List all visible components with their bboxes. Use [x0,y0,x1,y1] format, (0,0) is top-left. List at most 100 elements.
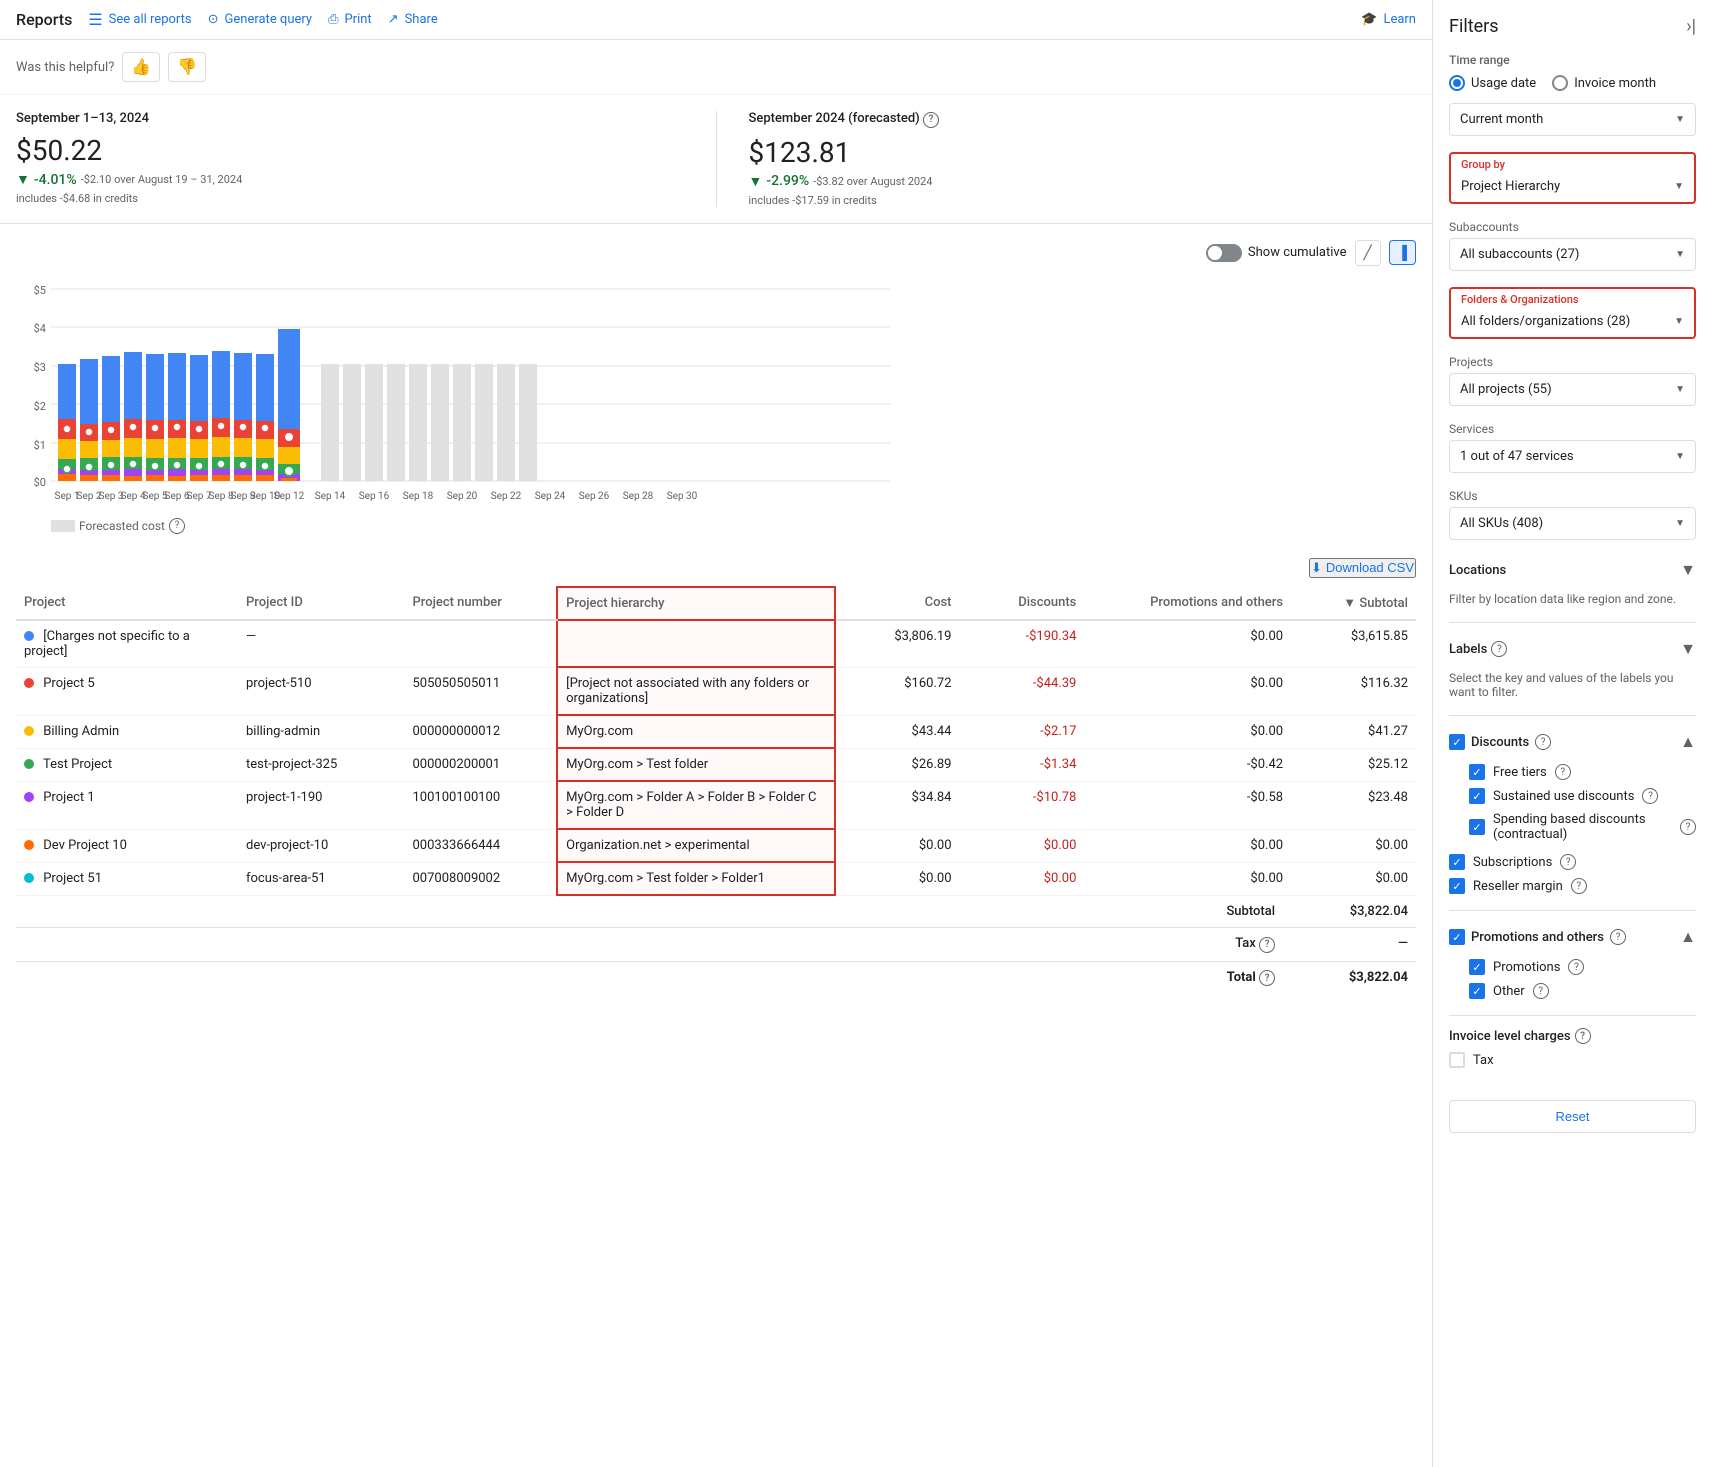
summary-change-forecasted: ▼ -2.99% -$3.82 over August 2024 [749,173,1417,190]
projects-dropdown[interactable]: All projects (55) ▼ [1449,373,1696,406]
subscriptions-info-icon[interactable]: ? [1560,854,1576,870]
total-info-icon[interactable]: ? [1259,970,1275,986]
spending-based-checkbox[interactable] [1469,819,1485,835]
cell-cost: $0.00 [835,829,960,862]
summary-credits-forecasted: includes -$17.59 in credits [749,194,1417,207]
invoice-charges-info-icon[interactable]: ? [1575,1028,1591,1044]
cumulative-switch[interactable] [1206,244,1242,262]
cell-project: Dev Project 10 [16,829,238,862]
col-header-discounts: Discounts [960,587,1085,620]
reseller-margin-checkbox[interactable] [1449,878,1465,894]
cost-chart: $5 $4 $3 $2 $1 $0 [16,274,896,514]
thumbs-down-button[interactable]: 👎 [168,52,206,82]
folders-orgs-label: Folders & Organizations [1453,293,1692,310]
cell-subtotal: $116.32 [1291,667,1416,715]
panel-toggle-button[interactable]: ›| [1686,16,1696,37]
col-header-cost: Cost [835,587,960,620]
other-checkbox[interactable] [1469,983,1485,999]
services-dropdown[interactable]: 1 out of 47 services ▼ [1449,440,1696,473]
free-tiers-info-icon[interactable]: ? [1555,764,1571,780]
labels-info-icon[interactable]: ? [1491,641,1507,657]
free-tiers-checkbox[interactable] [1469,764,1485,780]
col-header-project-num: Project number [405,587,558,620]
chart-section: Show cumulative ╱ ▐ $5 $4 $3 $2 $1 $0 [0,224,1432,550]
invoice-month-radio[interactable]: Invoice month [1552,75,1656,91]
col-header-hierarchy: Project hierarchy [557,587,835,620]
table-row: Test Project test-project-325 0000002000… [16,748,1416,781]
see-all-reports-link[interactable]: ☰ See all reports [88,10,191,29]
summary-change-actual: ▼ -4.01% -$2.10 over August 19 – 31, 202… [16,171,684,188]
print-icon: ⎙ [328,12,338,27]
sustained-use-info-icon[interactable]: ? [1642,788,1658,804]
group-by-chevron: ▼ [1674,181,1684,192]
promotions-collapse-arrow: ▲ [1680,927,1696,947]
legend-forecasted: Forecasted cost ? [51,518,185,534]
subtotal-label: Subtotal [16,895,1291,928]
forecast-info-icon[interactable]: ? [923,112,939,128]
line-chart-icon: ╱ [1364,245,1372,260]
folders-orgs-dropdown[interactable]: All folders/organizations (28) ▼ [1453,310,1692,333]
credits-collapse-header[interactable]: Discounts ? ▲ [1449,728,1696,756]
thumbs-up-button[interactable]: 👍 [122,52,160,82]
projects-chevron: ▼ [1675,384,1685,395]
credits-info-icon[interactable]: ? [1535,734,1551,750]
period-dropdown[interactable]: Current month ▼ [1449,103,1696,136]
promotions-info-icon[interactable]: ? [1610,929,1626,945]
credits-checkbox[interactable] [1449,734,1465,750]
cell-project: Test Project [16,748,238,781]
group-by-dropdown[interactable]: Project Hierarchy ▼ [1453,175,1692,198]
svg-text:$1: $1 [34,439,46,452]
show-cumulative-toggle[interactable]: Show cumulative [1206,244,1347,262]
reseller-margin-info-icon[interactable]: ? [1571,878,1587,894]
usage-date-radio[interactable]: Usage date [1449,75,1536,91]
bar-chart-button[interactable]: ▐ [1389,240,1416,265]
svg-text:Sep 20: Sep 20 [447,491,478,502]
cell-project-id: billing-admin [238,715,405,748]
reset-button[interactable]: Reset [1449,1100,1696,1133]
cell-cost: $34.84 [835,781,960,829]
skus-dropdown[interactable]: All SKUs (408) ▼ [1449,507,1696,540]
subscriptions-checkbox[interactable] [1449,854,1465,870]
cell-discounts: -$2.17 [960,715,1085,748]
promotions-checkbox[interactable] [1469,959,1485,975]
summary-date-actual: September 1–13, 2024 [16,111,684,126]
cell-cost: $43.44 [835,715,960,748]
spending-based-info-icon[interactable]: ? [1680,819,1696,835]
cell-project-num: 000000000012 [405,715,558,748]
cell-project-num: 000333666444 [405,829,558,862]
sustained-use-checkbox[interactable] [1469,788,1485,804]
table-row: Project 1 project-1-190 100100100100 MyO… [16,781,1416,829]
promotions-main-checkbox[interactable] [1449,929,1465,945]
svg-text:$3: $3 [34,361,46,374]
tax-info-icon[interactable]: ? [1259,937,1275,953]
print-link[interactable]: ⎙ Print [328,12,372,27]
tax-checkbox[interactable] [1449,1052,1465,1068]
chart-legend: Forecasted cost ? [16,518,1416,534]
filter-projects: Projects All projects (55) ▼ [1449,355,1696,406]
learn-link[interactable]: 🎓 Learn [1361,12,1416,27]
cell-project-id: test-project-325 [238,748,405,781]
filters-panel: Filters ›| Time range Usage date Invoice… [1432,0,1712,1467]
download-csv-button[interactable]: ⬇ Download CSV [1309,558,1416,578]
locations-collapse-header[interactable]: Locations ▼ [1449,556,1696,584]
promotions-collapse-header[interactable]: Promotions and others ? ▲ [1449,923,1696,951]
svg-text:Sep 12: Sep 12 [274,491,305,502]
time-range-radio-group: Usage date Invoice month [1449,75,1696,91]
subaccounts-dropdown[interactable]: All subaccounts (27) ▼ [1449,238,1696,271]
labels-desc: Select the key and values of the labels … [1449,671,1696,699]
cell-project-num: 100100100100 [405,781,558,829]
other-info-icon[interactable]: ? [1533,983,1549,999]
cell-promo: $0.00 [1084,715,1291,748]
table-row: [Charges not specific to a project] — $3… [16,620,1416,668]
cell-discounts: $0.00 [960,862,1085,895]
cell-project-num: 505050505011 [405,667,558,715]
tax-checkbox-item: Tax [1449,1052,1696,1068]
line-chart-button[interactable]: ╱ [1355,240,1381,266]
labels-collapse-header[interactable]: Labels ? ▼ [1449,635,1696,663]
promotions-sub-info-icon[interactable]: ? [1568,959,1584,975]
summary-card-actual: September 1–13, 2024 $50.22 ▼ -4.01% -$2… [16,111,684,207]
table-row: Project 5 project-510 505050505011 [Proj… [16,667,1416,715]
generate-query-link[interactable]: ⊙ Generate query [208,12,312,27]
share-link[interactable]: ↗ Share [388,12,438,27]
forecasted-info-icon[interactable]: ? [169,518,185,534]
